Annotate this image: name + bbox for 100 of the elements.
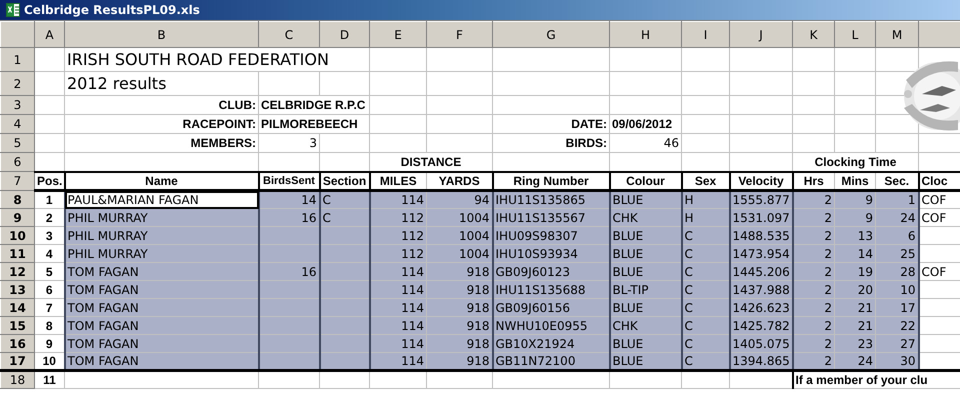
row-header[interactable]: 3 [0,96,34,114]
row-header[interactable]: 2 [0,72,34,96]
row-header[interactable]: 13 [0,280,34,298]
table-cell: 112 [401,228,424,242]
table-cell: 1394.865 [732,354,790,368]
position-cell: 10 [42,354,56,368]
column-heading: Hrs [804,174,824,188]
table-cell: 27 [900,336,916,350]
column-header[interactable]: E [370,22,426,48]
column-heading: YARDS [438,174,480,188]
table-cell: 112 [401,210,424,224]
column-header[interactable]: L [834,22,876,48]
table-cell: 13 [858,228,873,242]
table-cell: 2 [824,246,832,260]
table-cell: PHIL MURRAY [68,210,148,224]
column-header[interactable]: I [682,22,730,48]
table-cell: 1004 [458,210,490,224]
select-all-corner[interactable] [0,22,34,48]
table-cell: BLUE [612,246,644,260]
position-cell: 4 [46,246,53,260]
table-cell: 918 [466,318,490,332]
row-header[interactable]: 5 [0,134,34,152]
table-cell: 17 [900,300,916,314]
table-cell: BL-TIP [612,282,649,296]
table-cell: 21 [858,318,873,332]
field-label: DATE: [571,117,607,131]
table-cell: 1555.877 [732,193,790,207]
table-cell: 114 [401,264,424,278]
table-cell: BLUE [612,228,644,242]
table-cell: 1488.535 [732,228,790,242]
table-cell: 114 [401,318,424,332]
column-heading: Name [145,174,178,188]
table-cell: 112 [401,246,424,260]
table-cell: 1531.097 [732,210,790,224]
table-cell: 2 [824,193,832,207]
row-header[interactable]: 8 [0,190,34,208]
column-header[interactable]: H [610,22,682,48]
table-cell: IHU11S135865 [496,193,586,207]
column-header[interactable]: M [876,22,918,48]
column-header[interactable]: C [258,22,320,48]
column-header[interactable]: B [64,22,258,48]
position-cell: 3 [46,228,53,242]
table-cell: 9 [865,210,873,224]
position-cell: 6 [46,282,53,296]
column-heading: Sec. [884,174,910,188]
position-cell: 5 [46,264,53,278]
row-header[interactable]: 11 [0,244,34,262]
row-header[interactable]: 10 [0,226,34,244]
row-header[interactable]: 18 [0,370,34,388]
table-cell: TOM FAGAN [68,318,139,332]
field-label: CLUB: [218,98,256,112]
row-header[interactable]: 16 [0,334,34,352]
column-heading: Sex [694,174,716,188]
column-header[interactable]: G [492,22,610,48]
sheet-title: IRISH SOUTH ROAD FEDERATION [67,50,329,69]
row-header[interactable]: 7 [0,172,34,190]
group-heading: DISTANCE [400,154,462,169]
column-heading: Pos. [37,174,62,188]
table-cell: GB11N72100 [496,354,576,368]
table-cell: 1426.623 [732,300,790,314]
column-header[interactable]: J [730,22,792,48]
table-cell: 114 [401,282,424,296]
row-header[interactable]: 6 [0,152,34,172]
table-cell: BLUE [612,264,644,278]
row-header[interactable]: 1 [0,48,34,72]
column-header[interactable]: D [320,22,370,48]
table-cell: GB10X21924 [496,336,575,350]
row-header[interactable]: 12 [0,262,34,280]
birds-value: 46 [664,136,679,150]
table-cell: 2 [824,264,832,278]
column-header[interactable]: A [34,22,64,48]
row-header[interactable]: 14 [0,298,34,316]
table-cell: 1473.954 [732,246,790,260]
column-header[interactable]: K [792,22,834,48]
position-cell: 8 [46,318,53,332]
table-cell: 1 [908,193,916,207]
table-cell: 1445.206 [732,264,790,278]
column-heading: Ring Number [513,174,589,188]
table-cell: C [684,228,693,242]
table-cell: COF [922,193,946,207]
club-value: CELBRIDGE R.P.C [261,98,366,112]
field-label: MEMBERS: [190,136,256,150]
table-cell: BLUE [612,300,644,314]
column-header[interactable]: F [426,22,492,48]
table-cell: IHU11S135688 [496,282,586,296]
table-cell: 10 [900,282,916,296]
row-header[interactable]: 15 [0,316,34,334]
table-cell: BLUE [612,193,644,207]
sheet-subtitle: 2012 results [67,74,166,93]
table-cell: 2 [824,282,832,296]
note-text: If a member of your clu [796,373,928,387]
table-cell: C [684,246,693,260]
table-cell: C [322,210,331,224]
table-cell: 94 [474,193,490,207]
row-header[interactable]: 4 [0,114,34,134]
table-cell: 918 [466,264,490,278]
table-cell: 24 [900,210,916,224]
table-cell: 2 [824,354,832,368]
table-cell: 30 [900,354,916,368]
row-header[interactable]: 9 [0,208,34,226]
